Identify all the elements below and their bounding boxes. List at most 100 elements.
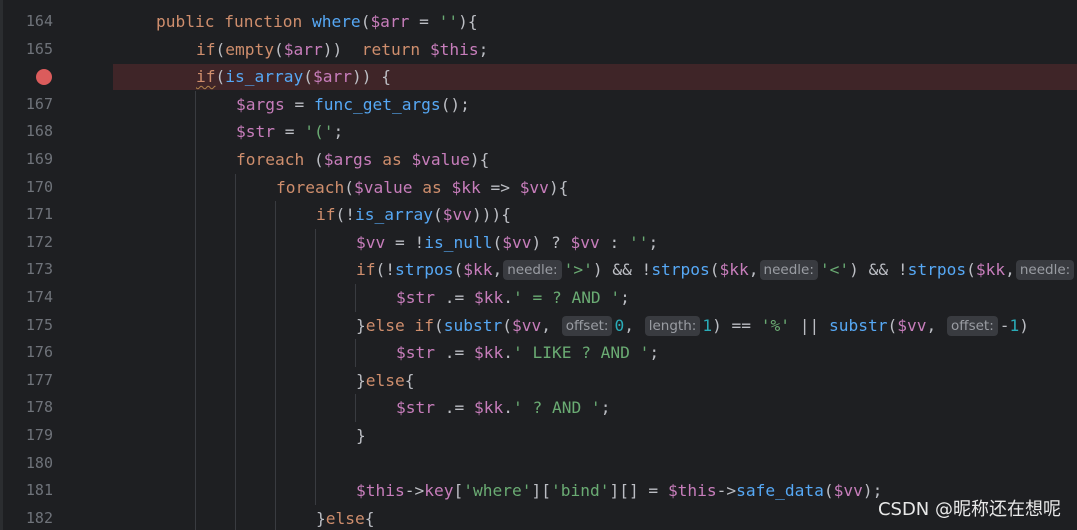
code-token: $args <box>236 94 285 114</box>
code-line[interactable]: 177}else{ <box>0 367 1077 395</box>
code-token: ; <box>620 288 630 307</box>
code-token: ' LIKE ? AND ' <box>512 343 650 363</box>
code-token: = <box>274 122 305 142</box>
code-token: (! <box>375 260 396 280</box>
code-text[interactable]: $str .= $kk.' ? AND '; <box>396 394 610 422</box>
code-text[interactable]: $vv = !is_null($vv) ? $vv : ''; <box>356 229 658 257</box>
code-token: ( <box>453 260 464 280</box>
code-line[interactable]: 164 public function where($arr = ''){ <box>0 8 1077 36</box>
code-token: substr <box>443 315 503 335</box>
code-text[interactable]: $str = '('; <box>236 118 343 146</box>
code-token: $kk <box>473 343 504 363</box>
code-line[interactable]: 171 if(!is_array($vv))){ <box>0 201 1077 229</box>
inlay-parameter-hint: length: <box>644 315 701 336</box>
code-token: ; <box>478 39 489 59</box>
code-text[interactable]: foreach($value as $kk => $vv){ <box>276 174 568 202</box>
code-token: $vv <box>897 315 927 335</box>
breakpoint-dot-icon[interactable] <box>36 69 52 86</box>
code-token: ) && ! <box>849 260 908 280</box>
code-token: : <box>599 232 629 252</box>
code-token: )) <box>322 39 362 59</box>
line-number: 173 <box>25 260 53 279</box>
code-token: ; <box>649 343 660 363</box>
code-line[interactable]: 168 $str = '('; <box>0 118 1077 146</box>
code-text[interactable]: if(!is_array($vv))){ <box>316 201 511 229</box>
code-token: $vv <box>833 481 863 501</box>
code-text[interactable]: }else{ <box>316 505 374 530</box>
code-line[interactable]: 167 $args = func_get_args(); <box>0 91 1077 119</box>
code-token: ( <box>273 39 284 59</box>
code-token: .= <box>434 398 474 418</box>
line-number: 182 <box>25 508 53 527</box>
code-token: } <box>356 426 366 445</box>
line-number: 181 <box>25 481 53 500</box>
code-token: = <box>284 94 314 114</box>
code-token: '>' <box>563 260 593 280</box>
code-token: ) ? <box>531 232 571 252</box>
code-token: ][ <box>531 481 551 501</box>
code-token: ){ <box>548 177 569 197</box>
code-token: } <box>356 315 366 335</box>
code-token: $arr <box>370 12 410 31</box>
code-token: function <box>224 12 312 31</box>
code-token: ( <box>360 12 371 31</box>
code-token: ; <box>600 398 611 418</box>
code-token: $vv <box>570 232 600 252</box>
code-text[interactable]: $str .= $kk.' = ? AND '; <box>396 284 630 312</box>
line-number: 175 <box>25 315 53 334</box>
code-text[interactable]: $str .= $kk.' LIKE ? AND '; <box>396 339 659 367</box>
code-token: '' <box>438 12 459 31</box>
code-token: => <box>480 177 520 197</box>
code-token: $this <box>356 481 405 501</box>
code-token: -> <box>404 481 425 501</box>
code-text[interactable]: }else if(substr($vv, offset: 0, length: 1)… <box>356 312 1029 340</box>
code-token: ' ? AND ' <box>512 398 601 418</box>
code-token: $str <box>396 398 435 418</box>
code-line[interactable]: 170 foreach($value as $kk => $vv){ <box>0 174 1077 202</box>
code-token: ( <box>432 205 443 225</box>
code-token: 'bind' <box>550 481 610 501</box>
code-token: foreach <box>276 177 345 197</box>
code-text[interactable]: $this->key['where']['bind'][] = $this->s… <box>356 477 882 505</box>
code-token: ( <box>303 67 313 87</box>
code-line[interactable]: 172 $vv = !is_null($vv) ? $vv : ''; <box>0 229 1077 257</box>
code-token: if <box>356 260 376 280</box>
code-editor[interactable]: 164 public function where($arr = ''){165 i… <box>0 0 1077 530</box>
code-line[interactable]: 165 if(empty($arr)) return $this; <box>0 36 1077 64</box>
code-token: as <box>372 150 412 169</box>
line-number: 176 <box>25 343 53 362</box>
code-token: else <box>365 370 405 390</box>
code-line[interactable]: 178 $str .= $kk.' ? AND '; <box>0 394 1077 422</box>
code-token: $kk <box>463 260 493 280</box>
code-token: where <box>311 12 361 31</box>
code-text[interactable]: }else{ <box>356 367 414 395</box>
inlay-parameter-hint: needle: <box>503 260 562 281</box>
code-text[interactable]: if(empty($arr)) return $this; <box>196 36 488 64</box>
code-token: 1 <box>702 315 713 335</box>
code-token: $str <box>396 288 435 307</box>
code-token: ( <box>887 315 898 335</box>
code-token: ( <box>215 67 226 87</box>
code-text[interactable]: } <box>356 422 366 450</box>
code-token: . <box>503 398 513 418</box>
code-line[interactable]: 179} <box>0 422 1077 450</box>
code-token: strpos <box>907 260 967 280</box>
code-line[interactable]: 173 if(!strpos($kk, needle: '>') && !strpos… <box>0 256 1077 284</box>
code-line[interactable]: 180 <box>0 450 1077 478</box>
code-text[interactable]: if(!strpos($kk, needle: '>') && !strpos($k… <box>356 256 1076 284</box>
code-line[interactable]: 169 foreach ($args as $value){ <box>0 146 1077 174</box>
code-text[interactable]: if(is_array($arr)) { <box>196 63 391 91</box>
code-line[interactable]: 175}else if(substr($vv, offset: 0, length… <box>0 312 1077 340</box>
code-text[interactable]: $args = func_get_args(); <box>236 91 470 119</box>
code-token: strpos <box>651 260 710 280</box>
code-token: $vv <box>519 177 549 197</box>
csdn-watermark: CSDN @昵称还在想呢 <box>877 499 1061 520</box>
code-token: , <box>541 315 561 335</box>
code-token: $vv <box>511 315 542 335</box>
code-text[interactable]: public function where($arr = ''){ <box>156 8 478 36</box>
code-text[interactable]: foreach ($args as $value){ <box>236 146 489 174</box>
code-line[interactable]: 174 $str .= $kk.' = ? AND '; <box>0 284 1077 312</box>
code-token: $arr <box>312 67 352 87</box>
code-line[interactable]: 176 $str .= $kk.' LIKE ? AND '; <box>0 339 1077 367</box>
code-line[interactable]: if(is_array($arr)) { <box>0 63 1077 91</box>
